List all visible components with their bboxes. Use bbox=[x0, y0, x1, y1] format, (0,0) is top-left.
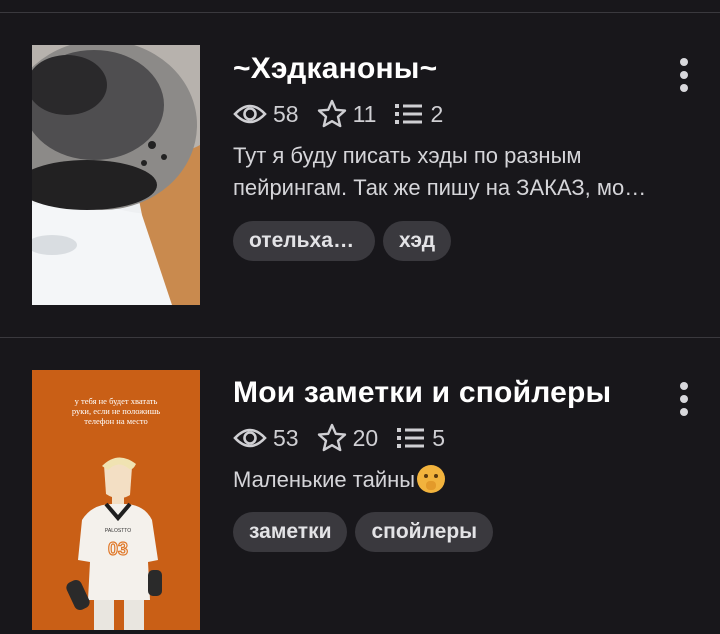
likes-count: 11 bbox=[352, 100, 377, 127]
eye-icon bbox=[233, 104, 267, 124]
svg-text:руки, если не положишь: руки, если не положишь bbox=[72, 406, 160, 416]
likes-stat: 20 bbox=[317, 423, 379, 453]
book-title[interactable]: Мои заметки и спойлеры bbox=[233, 376, 611, 410]
tag-list: заметки спойлеры bbox=[233, 512, 494, 552]
eye-icon bbox=[233, 428, 267, 448]
book-title[interactable]: ~Хэдканоны~ bbox=[233, 52, 437, 86]
description-line: пейрингам. Так же пишу на ЗАКАЗ, мо… bbox=[233, 175, 647, 200]
book-description: Тут я буду писать хэды по разным пейринг… bbox=[233, 140, 688, 204]
book-cover-image[interactable]: у тебя не будет хватать руки, если не по… bbox=[32, 370, 200, 630]
svg-text:у тебя не будет хватать: у тебя не будет хватать bbox=[75, 396, 158, 406]
more-vertical-icon[interactable] bbox=[668, 55, 700, 95]
list-icon bbox=[395, 104, 423, 124]
parts-stat: 5 bbox=[396, 425, 445, 452]
description-text: Маленькие тайны bbox=[233, 467, 416, 492]
tag-chip[interactable]: спойлеры bbox=[355, 512, 494, 552]
parts-stat: 2 bbox=[394, 101, 443, 128]
star-icon bbox=[317, 423, 346, 452]
likes-count: 20 bbox=[352, 424, 379, 451]
svg-text:PALOSTTO: PALOSTTO bbox=[105, 528, 131, 534]
book-stats: 58 11 2 bbox=[233, 99, 461, 129]
views-stat: 53 bbox=[233, 425, 299, 452]
svg-text:телефон на место: телефон на место bbox=[84, 416, 147, 426]
views-stat: 58 bbox=[233, 101, 299, 128]
likes-stat: 11 bbox=[317, 99, 377, 129]
svg-text:03: 03 bbox=[108, 539, 128, 559]
description-line: Тут я буду писать хэды по разным bbox=[233, 143, 582, 168]
views-count: 53 bbox=[273, 424, 299, 451]
story-feed: ~Хэдканоны~ 58 11 2 Тут я буду писать хэ… bbox=[0, 0, 720, 634]
divider bbox=[0, 12, 720, 13]
shushing-face-emoji bbox=[417, 465, 446, 493]
tag-chip[interactable]: хэд bbox=[383, 221, 452, 261]
list-icon bbox=[397, 428, 425, 448]
book-stats: 53 20 5 bbox=[233, 423, 463, 453]
tag-list: отельхазб… хэд bbox=[233, 221, 452, 261]
divider bbox=[0, 337, 720, 338]
parts-count: 2 bbox=[430, 100, 444, 127]
views-count: 58 bbox=[273, 100, 299, 127]
book-description: Маленькие тайны bbox=[233, 464, 688, 496]
parts-count: 5 bbox=[432, 424, 445, 451]
tag-chip[interactable]: заметки bbox=[233, 512, 348, 552]
tag-chip[interactable]: отельхазб… bbox=[233, 221, 375, 261]
star-icon bbox=[317, 99, 346, 128]
book-cover-image[interactable] bbox=[32, 45, 200, 305]
more-vertical-icon[interactable] bbox=[668, 379, 700, 419]
